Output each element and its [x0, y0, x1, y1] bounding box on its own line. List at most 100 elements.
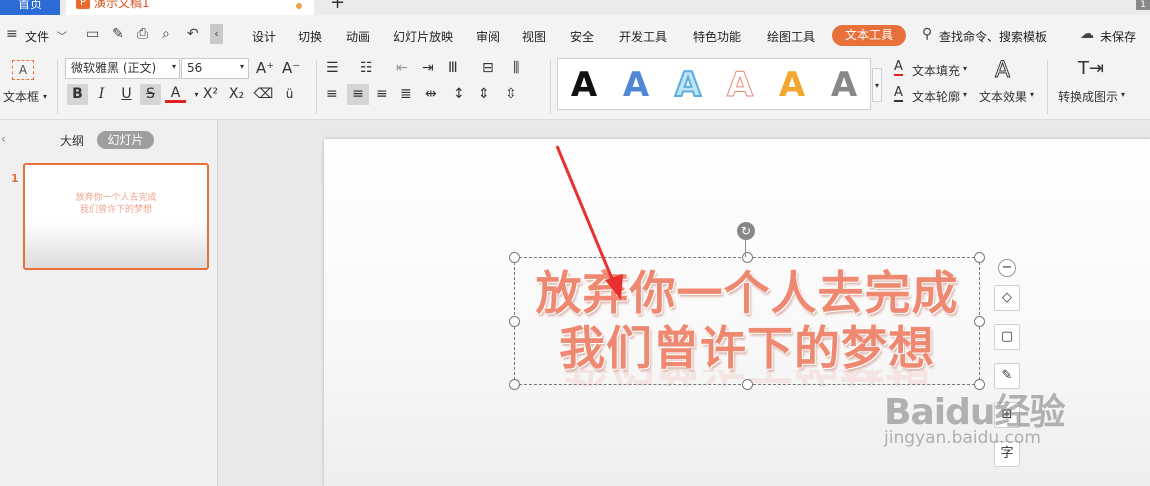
align-left-icon[interactable]: ≡: [326, 86, 338, 102]
font-color-icon[interactable]: A: [165, 84, 186, 103]
text-fill-icon[interactable]: A: [894, 60, 903, 76]
increase-font-icon[interactable]: A⁺: [256, 59, 274, 77]
tab-document[interactable]: P 演示文稿1: [66, 0, 314, 15]
resize-handle-t[interactable]: [742, 252, 753, 263]
decrease-indent-icon[interactable]: ⇤: [396, 60, 408, 76]
align-text-icon[interactable]: ⊟: [482, 60, 494, 76]
tab-outline[interactable]: 大纲: [60, 132, 84, 149]
save-icon[interactable]: ▭: [86, 26, 99, 42]
rotate-handle-icon[interactable]: ↻: [737, 222, 755, 240]
search-commands[interactable]: 查找命令、搜索模板: [939, 28, 1047, 45]
menu-file[interactable]: 文件: [25, 28, 49, 45]
shape-fill-icon[interactable]: ◇: [994, 285, 1020, 311]
menu-text-tools[interactable]: 文本工具: [832, 25, 906, 46]
undo-icon[interactable]: ↶: [187, 26, 199, 42]
superscript-icon[interactable]: X²: [200, 84, 221, 105]
chevron-down-icon[interactable]: ▾: [172, 62, 176, 71]
font-name-select[interactable]: 微软雅黑 (正文): [65, 58, 180, 79]
justify-icon[interactable]: ≣: [400, 86, 412, 102]
underline-icon[interactable]: U: [116, 84, 137, 105]
print-preview-icon[interactable]: ⌕: [162, 26, 170, 42]
menu-design[interactable]: 设计: [252, 28, 276, 45]
menu-transition[interactable]: 切换: [298, 28, 322, 45]
resize-handle-tl[interactable]: [509, 252, 520, 263]
gallery-more-icon[interactable]: ▾: [872, 68, 882, 102]
phonetic-icon[interactable]: ü: [279, 84, 300, 105]
eraser-icon[interactable]: ⌫: [253, 84, 274, 105]
tab-slides[interactable]: 幻灯片: [97, 131, 154, 149]
align-center-icon[interactable]: ≡: [347, 84, 369, 105]
convert-to-smartart-button[interactable]: 转换成图示: [1058, 88, 1118, 105]
format-painter-icon[interactable]: ✎: [112, 26, 124, 42]
style-gray[interactable]: A: [824, 63, 864, 107]
slide-number: 1: [11, 172, 19, 185]
chevron-down-icon[interactable]: ▾: [963, 64, 967, 73]
scroll-left-icon[interactable]: ‹: [210, 24, 223, 44]
increase-indent-icon[interactable]: ⇥: [422, 60, 434, 76]
textbox-button[interactable]: 文本框: [3, 88, 39, 105]
subscript-icon[interactable]: X₂: [226, 84, 247, 105]
collapse-pane-icon[interactable]: ‹: [1, 132, 6, 146]
divider: [1047, 60, 1048, 114]
spacing-options-icon[interactable]: ⇳: [505, 86, 517, 102]
slide-pane: ‹ 大纲 幻灯片 1 放弃你一个人去完成 我们曾许下的梦想: [0, 120, 218, 486]
chevron-down-icon[interactable]: ﹀: [57, 28, 67, 43]
resize-handle-b[interactable]: [742, 379, 753, 390]
document-name: 演示文稿1: [94, 0, 150, 10]
style-orange[interactable]: A: [772, 63, 812, 107]
menu-security[interactable]: 安全: [570, 28, 594, 45]
chevron-down-icon[interactable]: ▾: [43, 92, 47, 101]
decrease-font-icon[interactable]: A⁻: [282, 59, 300, 77]
text-outline-icon[interactable]: A: [894, 86, 903, 102]
text-fill-button[interactable]: 文本填充: [912, 62, 960, 79]
text-effect-icon[interactable]: A: [994, 58, 1010, 84]
menu-slideshow[interactable]: 幻灯片放映: [393, 28, 453, 45]
bold-icon[interactable]: B: [67, 84, 88, 105]
menu-animation[interactable]: 动画: [346, 28, 370, 45]
menu-developer[interactable]: 开发工具: [619, 28, 667, 45]
menu-drawing-tools[interactable]: 绘图工具: [767, 28, 815, 45]
align-right-icon[interactable]: ≡: [376, 86, 388, 102]
chevron-down-icon[interactable]: ▾: [1121, 90, 1125, 99]
distribute-icon[interactable]: ⇹: [425, 86, 437, 102]
resize-handle-r[interactable]: [974, 316, 985, 327]
divider: [316, 60, 317, 114]
slide-thumbnail[interactable]: 放弃你一个人去完成 我们曾许下的梦想: [23, 163, 209, 270]
watermark-url: jingyan.baidu.com: [884, 428, 1041, 448]
text-effect-button[interactable]: 文本效果: [979, 88, 1027, 105]
chevron-down-icon[interactable]: ▾: [963, 90, 967, 99]
resize-handle-l[interactable]: [509, 316, 520, 327]
title-line-2[interactable]: 我们曾许下的梦想: [515, 321, 979, 375]
hamburger-icon[interactable]: ≡: [6, 26, 18, 42]
menu-features[interactable]: 特色功能: [693, 28, 741, 45]
new-tab-button[interactable]: +: [330, 0, 345, 12]
style-red-outline[interactable]: A: [720, 63, 760, 107]
italic-icon[interactable]: I: [91, 84, 112, 105]
font-size-select[interactable]: 56: [181, 58, 249, 79]
menu-review[interactable]: 审阅: [476, 28, 500, 45]
paragraph-spacing-icon[interactable]: ⇕: [478, 86, 490, 102]
columns-icon[interactable]: ⫼: [513, 60, 519, 76]
textbox-icon[interactable]: A: [12, 60, 34, 80]
text-direction-icon[interactable]: Ⅲ: [448, 60, 458, 76]
search-icon[interactable]: ⚲: [922, 26, 932, 42]
unsaved-status[interactable]: 未保存: [1100, 28, 1136, 45]
menu-view[interactable]: 视图: [522, 28, 546, 45]
style-black[interactable]: A: [564, 63, 604, 107]
style-blue[interactable]: A: [616, 63, 656, 107]
convert-to-smartart-icon[interactable]: T⇥: [1078, 58, 1104, 79]
collapse-icon[interactable]: −: [998, 259, 1016, 277]
line-spacing-icon[interactable]: ↕: [453, 86, 465, 102]
resize-handle-tr[interactable]: [974, 252, 985, 263]
resize-handle-bl[interactable]: [509, 379, 520, 390]
style-blue-outline[interactable]: A: [668, 63, 708, 107]
tab-home[interactable]: 首页: [0, 0, 60, 15]
text-outline-button[interactable]: 文本轮廓: [912, 88, 960, 105]
chevron-down-icon[interactable]: ▾: [1030, 90, 1034, 99]
shape-outline-icon[interactable]: ▢: [994, 324, 1020, 350]
bullet-list-icon[interactable]: ☰: [326, 60, 339, 76]
print-icon[interactable]: ⎙: [137, 26, 148, 42]
numbered-list-icon[interactable]: ☷: [360, 60, 373, 76]
chevron-down-icon[interactable]: ▾: [240, 62, 244, 71]
strikethrough-icon[interactable]: S: [140, 84, 161, 105]
